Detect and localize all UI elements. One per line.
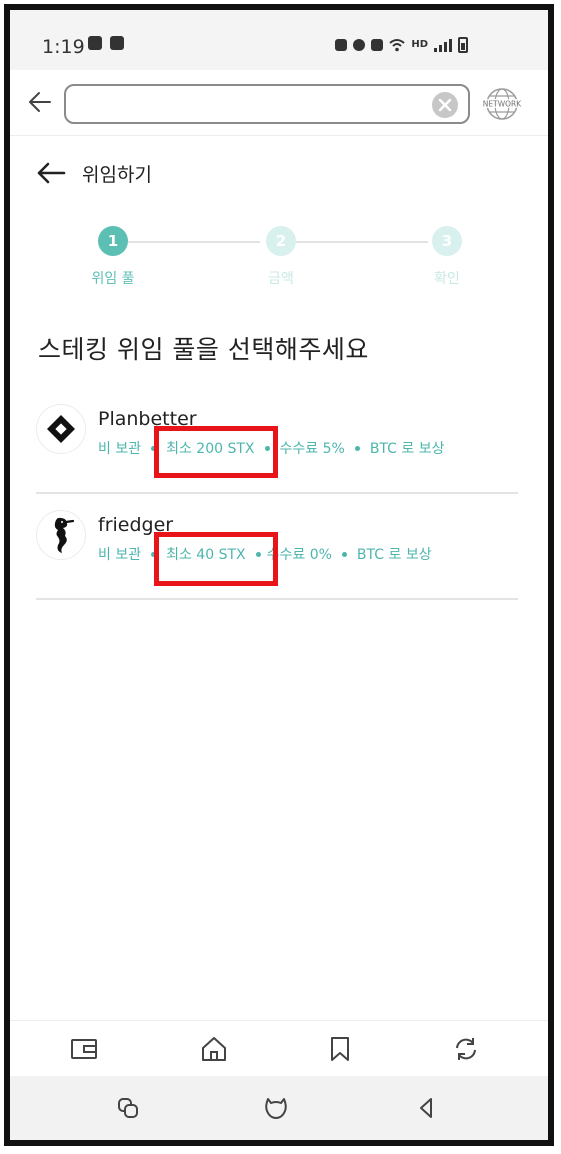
seahorse-icon [54, 517, 75, 553]
sys-back[interactable] [412, 1094, 440, 1122]
device-frame: 1:19 HD NETWORK 위임하기 1 2 3 위임 풀 금액 확인 스테… [4, 4, 554, 1146]
step-2-label: 금액 [268, 271, 294, 287]
pool-custody: 비 보관 [98, 441, 142, 457]
page-title: 위임하기 [82, 163, 152, 186]
recent-apps-icon [118, 1098, 138, 1118]
home-icon [265, 1098, 287, 1119]
pool-logo [36, 404, 86, 454]
nav-swap[interactable] [450, 1033, 482, 1065]
sys-recent-apps[interactable] [114, 1094, 142, 1122]
section-title: 스테킹 위임 풀을 선택해주세요 [38, 335, 369, 364]
gallery-icon [88, 36, 102, 50]
nav-wallet[interactable] [68, 1033, 100, 1065]
separator-dot [354, 445, 360, 451]
diamond-icon [47, 415, 75, 443]
pool-custody: 비 보관 [98, 547, 142, 563]
highlight-box-minimum [154, 532, 278, 586]
swap-icon [456, 1038, 476, 1060]
status-time: 1:19 [42, 36, 85, 58]
back-icon [420, 1098, 432, 1118]
screen: 1:19 HD NETWORK 위임하기 1 2 3 위임 풀 금액 확인 스테… [10, 10, 548, 1140]
step-3-circle: 3 [432, 226, 462, 256]
stepper: 1 2 3 위임 풀 금액 확인 [10, 226, 548, 296]
nav-bookmark[interactable] [324, 1033, 356, 1065]
separator-dot [341, 551, 347, 557]
bottom-nav [10, 1020, 548, 1076]
battery-saver-icon [335, 39, 348, 51]
app-notification-icon [110, 36, 124, 50]
step-connector [128, 241, 260, 243]
wifi-icon [389, 39, 405, 52]
network-globe-icon[interactable]: NETWORK [482, 84, 522, 124]
step-3-label: 확인 [434, 271, 460, 287]
status-right-icons: HD [335, 37, 468, 53]
highlight-box-minimum [154, 426, 278, 478]
signal-icon [434, 38, 452, 52]
mute-icon [371, 39, 384, 51]
step-connector [296, 241, 428, 243]
status-left-icons [88, 36, 124, 50]
network-label: NETWORK [483, 100, 522, 109]
pool-reward: BTC 로 보상 [356, 547, 432, 563]
alarm-icon [353, 39, 366, 51]
home-icon [202, 1037, 226, 1061]
browser-bar: NETWORK [10, 70, 548, 136]
system-nav [10, 1076, 548, 1140]
sys-home[interactable] [262, 1094, 290, 1122]
bookmark-icon [331, 1037, 349, 1061]
url-input[interactable] [64, 84, 470, 124]
nav-home[interactable] [198, 1033, 230, 1065]
wallet-icon [71, 1039, 97, 1059]
page-header: 위임하기 [36, 158, 152, 188]
clear-button[interactable] [432, 92, 458, 118]
step-1-circle: 1 [98, 226, 128, 256]
divider [36, 492, 518, 494]
pool-fee: 수수료 5% [279, 441, 345, 457]
battery-icon [458, 37, 468, 53]
back-arrow-icon[interactable] [36, 161, 66, 185]
step-2-circle: 2 [266, 226, 296, 256]
pool-logo [36, 510, 86, 560]
close-icon [438, 98, 452, 112]
status-bar: 1:19 HD [10, 10, 548, 70]
browser-back-icon[interactable] [26, 88, 54, 116]
network-type: HD [411, 39, 428, 50]
pool-reward: BTC 로 보상 [369, 441, 445, 457]
divider [36, 598, 518, 600]
step-1-label: 위임 풀 [91, 271, 135, 287]
